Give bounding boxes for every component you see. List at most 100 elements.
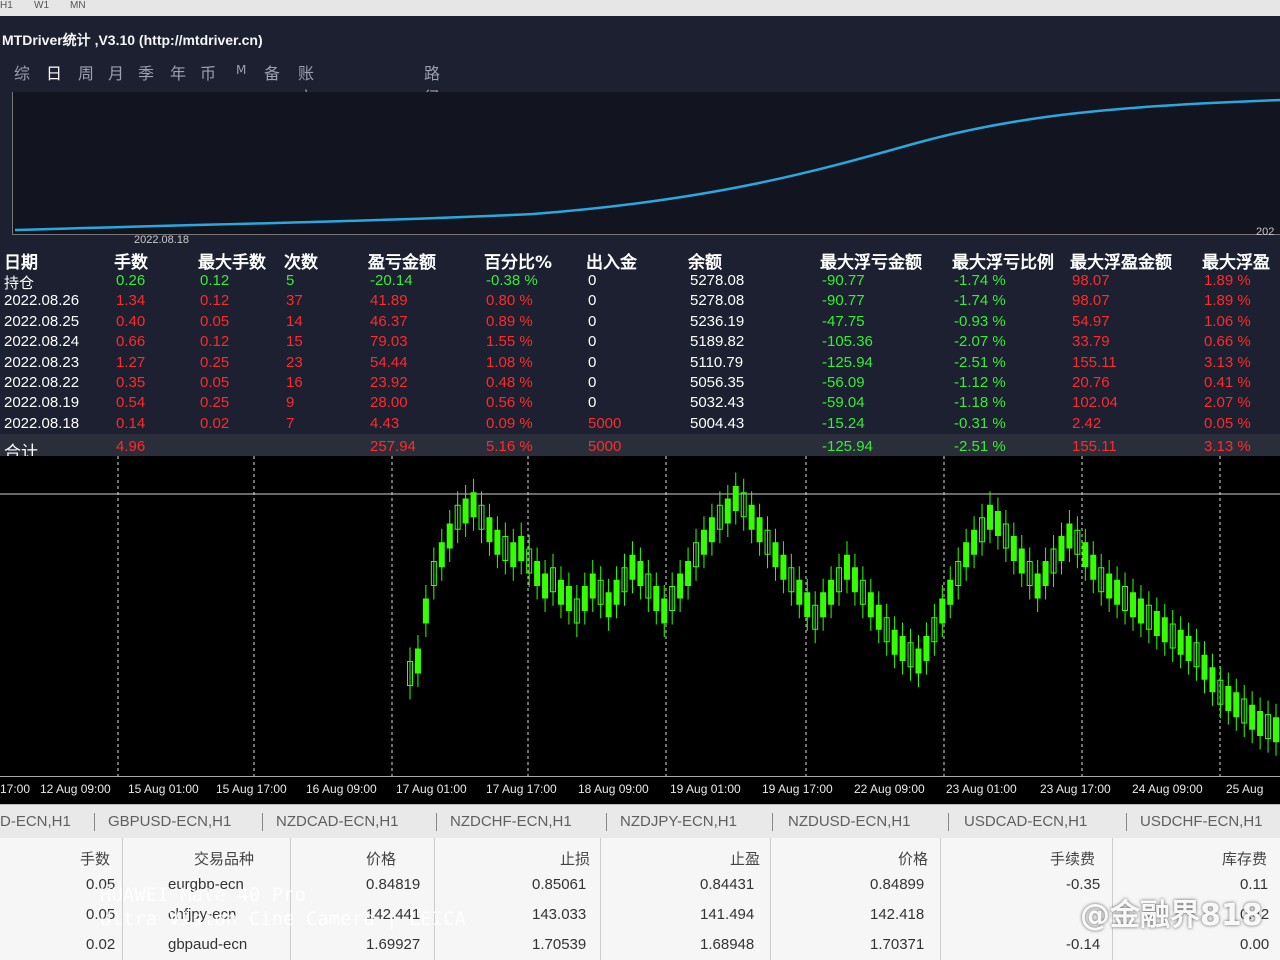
stats-cell-max-lots: 0.12	[200, 272, 230, 289]
orders-cell-take-profit[interactable]: 1.68948	[700, 936, 754, 953]
header-max-float-loss: 最大浮亏金额	[820, 253, 922, 273]
orders-header-swap: 库存费	[1222, 850, 1268, 868]
symbol-tab[interactable]: USDCAD-ECN,H1	[964, 813, 1087, 830]
candle-body	[470, 492, 477, 518]
stats-cell-max-float-profit-ratio: 1.89 %	[1204, 292, 1251, 310]
candle-body	[804, 592, 811, 618]
stats-cell-deposit: 0	[588, 353, 597, 371]
candlestick-chart[interactable]	[0, 456, 1280, 776]
stats-cell-lots: 0.35	[116, 374, 146, 391]
orders-column-divider	[770, 838, 771, 960]
orders-cell-open-price[interactable]: 1.69927	[366, 936, 420, 953]
symbol-tab[interactable]: NZDCAD-ECN,H1	[276, 813, 399, 830]
timeframe-h1[interactable]: H1	[0, 0, 13, 11]
stats-cell-max-float-loss-ratio: -1.74 %	[954, 292, 1006, 310]
tab-yearly[interactable]: 年	[170, 60, 186, 84]
tab-m[interactable]: M	[236, 63, 246, 77]
candle-body	[748, 504, 755, 530]
orders-cell-current-price[interactable]: 0.84899	[870, 876, 924, 893]
candle-body	[589, 573, 596, 599]
candle-body	[1066, 523, 1073, 549]
tab-monthly[interactable]: 月	[108, 60, 124, 84]
orders-cell-take-profit[interactable]: 0.84431	[700, 876, 754, 893]
time-axis-label: 15 Aug 01:00	[128, 782, 199, 796]
tab-overview[interactable]: 综	[14, 60, 30, 84]
stats-cell-balance: 5110.79	[690, 353, 744, 371]
stats-cell-profit: 41.89	[370, 292, 408, 310]
total-cell-profit: 257.94	[370, 438, 416, 455]
stats-cell-balance: 5032.43	[690, 394, 745, 412]
tab-backup[interactable]: 备	[264, 60, 280, 84]
orders-column-divider	[434, 838, 435, 960]
header-max-float-loss-ratio: 最大浮亏比例	[952, 253, 1054, 273]
symbol-tab[interactable]: NZDUSD-ECN,H1	[788, 813, 911, 830]
candle-body	[947, 579, 954, 605]
orders-cell-lots[interactable]: 0.02	[86, 936, 115, 953]
stats-cell-lots: 0.26	[116, 272, 146, 289]
stats-cell-profit: 23.92	[370, 374, 408, 391]
candle-body	[677, 573, 684, 599]
tab-weekly[interactable]: 周	[78, 60, 94, 84]
tab-quarterly[interactable]: 季	[138, 60, 154, 84]
tab-daily[interactable]: 日	[46, 60, 62, 84]
symbol-tab[interactable]: NZDJPY-ECN,H1	[620, 813, 737, 830]
symbol-tab-divider	[94, 813, 95, 831]
header-percent: 百分比%	[484, 253, 553, 273]
stats-cell-profit: 79.03	[370, 333, 408, 351]
orders-cell-open-price[interactable]: 0.84819	[366, 876, 420, 893]
orders-cell-take-profit[interactable]: 141.494	[700, 906, 754, 923]
stats-cell-max-float-loss-ratio: -0.93 %	[954, 312, 1006, 330]
stats-cell-deposit: 0	[588, 333, 597, 351]
orders-cell-current-price[interactable]: 142.418	[870, 906, 924, 923]
orders-cell-swap[interactable]: 0.00	[1240, 936, 1269, 953]
stats-cell-lots: 0.40	[116, 312, 146, 330]
candle-body	[581, 586, 588, 611]
stats-cell-balance: 5004.43	[690, 414, 745, 432]
candle-body	[565, 586, 572, 611]
total-cell-max-float-loss-ratio: -2.51 %	[954, 438, 1006, 455]
stats-cell-max-float-loss: -90.77	[822, 272, 865, 289]
timeframe-w1[interactable]: W1	[34, 0, 49, 11]
orders-cell-current-price[interactable]: 1.70371	[870, 936, 924, 953]
candle-body	[923, 636, 930, 661]
stats-cell-percent: 1.08 %	[486, 353, 533, 371]
timeframe-mn[interactable]: MN	[70, 0, 86, 11]
orders-cell-stop-loss[interactable]: 1.70539	[532, 936, 586, 953]
stats-cell-deposit: 0	[588, 394, 597, 412]
candle-body	[1153, 611, 1160, 636]
stats-cell-date: 2022.08.19	[4, 394, 80, 412]
candle-body	[828, 579, 835, 605]
candle-body	[1225, 686, 1232, 711]
stats-cell-max-float-profit-ratio: 0.66 %	[1204, 333, 1251, 351]
tab-currency[interactable]: 币	[200, 60, 216, 84]
header-date: 日期	[4, 253, 38, 273]
stats-cell-count: 16	[286, 374, 303, 391]
total-cell-max-float-profit-ratio: 3.13 %	[1204, 438, 1251, 455]
symbol-tab-divider	[772, 813, 773, 831]
symbol-tab-divider	[606, 813, 607, 831]
candle-body	[494, 529, 501, 555]
stats-cell-count: 37	[286, 292, 303, 310]
stats-cell-max-float-loss: -47.75	[822, 312, 865, 330]
time-axis-label: 19 Aug 17:00	[762, 782, 833, 796]
candle-body	[1177, 629, 1184, 655]
candle-body	[518, 536, 525, 561]
header-max-lots: 最大手数	[198, 253, 266, 273]
orders-cell-stop-loss[interactable]: 0.85061	[532, 876, 586, 893]
orders-cell-symbol[interactable]: gbpaud-ecn	[168, 936, 247, 953]
stats-cell-deposit: 5000	[588, 414, 622, 432]
time-axis-label: 18 Aug 09:00	[578, 782, 649, 796]
orders-cell-stop-loss[interactable]: 143.033	[532, 906, 586, 923]
candle-body	[1249, 704, 1256, 730]
symbol-tab[interactable]: GBPUSD-ECN,H1	[108, 813, 231, 830]
stats-cell-balance: 5056.35	[690, 374, 745, 391]
symbol-tab[interactable]: NZDCHF-ECN,H1	[450, 813, 572, 830]
candle-body	[1058, 536, 1065, 561]
candle-body	[653, 586, 660, 611]
orders-cell-commission[interactable]: -0.14	[1066, 936, 1100, 953]
symbol-tab[interactable]: USDCHF-ECN,H1	[1140, 813, 1263, 830]
orders-column-divider	[940, 838, 941, 960]
time-axis-label: 17 Aug 17:00	[486, 782, 557, 796]
time-axis: 17:00 12 Aug 09:00 15 Aug 01:00 15 Aug 17:0…	[0, 776, 1280, 803]
symbol-tab[interactable]: D-ECN,H1	[0, 813, 71, 830]
